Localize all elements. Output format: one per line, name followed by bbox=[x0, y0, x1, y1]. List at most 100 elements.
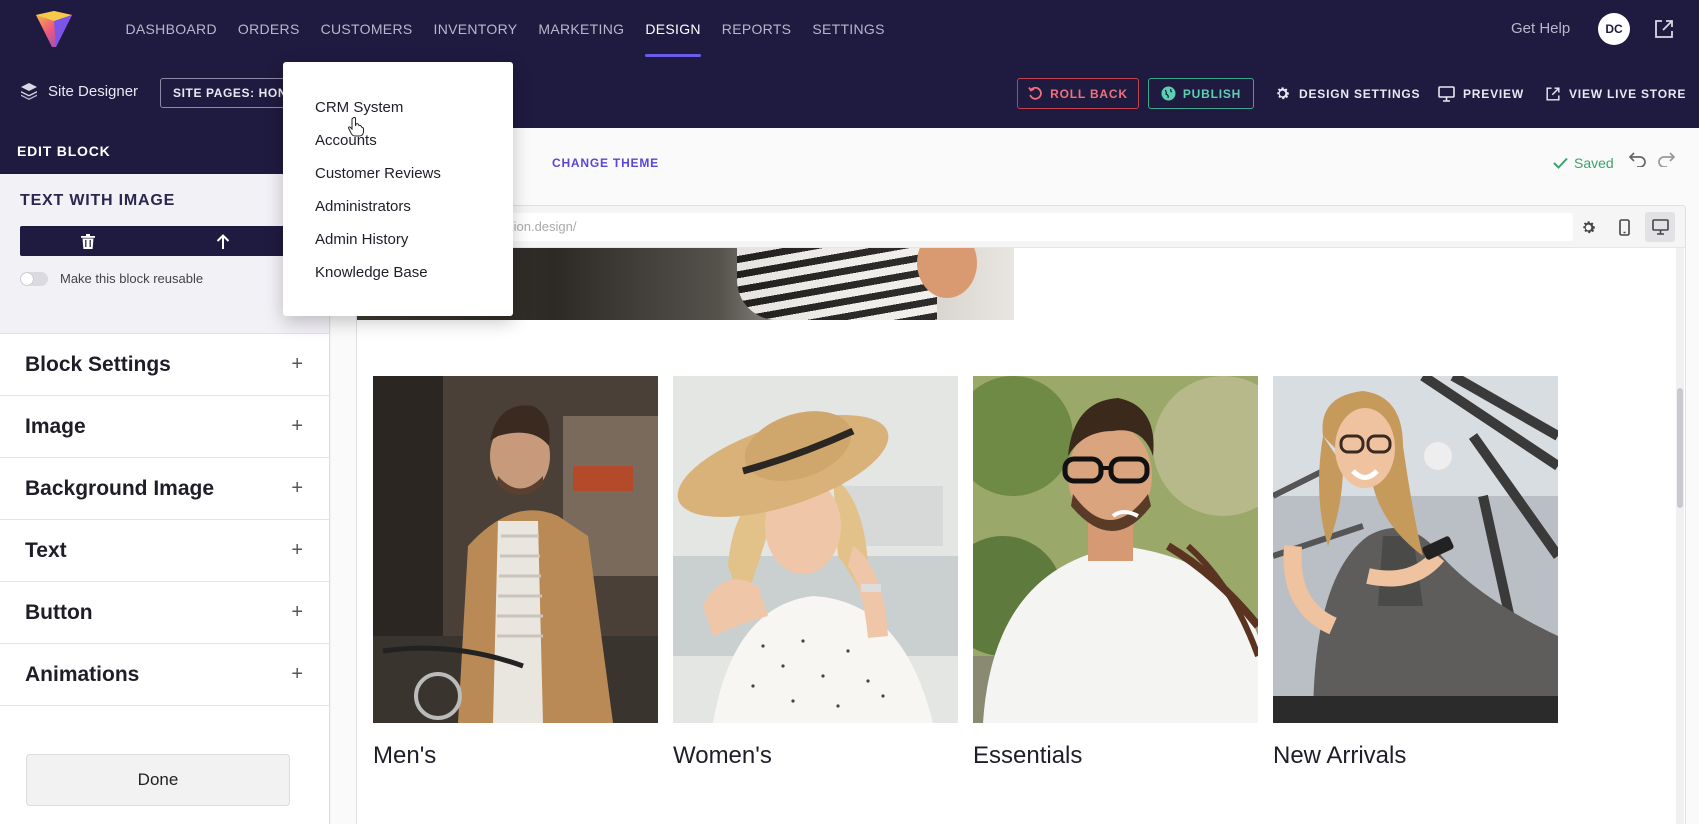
gear-icon bbox=[1277, 87, 1290, 100]
roll-back-label: ROLL BACK bbox=[1050, 86, 1128, 101]
block-toolbar bbox=[20, 226, 290, 256]
site-preview-frame: lusion.design/ Men's Women's Essentials … bbox=[356, 205, 1686, 824]
category-tile-mens[interactable] bbox=[373, 376, 658, 723]
section-animations[interactable]: Animations + bbox=[0, 644, 329, 706]
design-settings-label: DESIGN SETTINGS bbox=[1299, 86, 1421, 101]
roll-back-button[interactable]: ROLL BACK bbox=[1017, 78, 1139, 109]
new-arrivals-photo bbox=[1273, 376, 1558, 723]
design-settings-button[interactable]: DESIGN SETTINGS bbox=[1274, 78, 1420, 109]
delete-block-button[interactable] bbox=[20, 226, 155, 256]
nav-customers[interactable]: CUSTOMERS bbox=[310, 0, 423, 58]
mens-photo bbox=[373, 376, 658, 723]
block-title: TEXT WITH IMAGE bbox=[20, 192, 176, 209]
desktop-view-button[interactable] bbox=[1645, 212, 1675, 242]
block-summary: TEXT WITH IMAGE Make this block reusable bbox=[0, 174, 329, 334]
rollback-icon bbox=[1028, 86, 1042, 100]
plus-icon: + bbox=[291, 353, 303, 375]
preview-url-bar: lusion.design/ bbox=[357, 206, 1685, 248]
section-block-settings[interactable]: Block Settings + bbox=[0, 334, 329, 396]
section-label: Text bbox=[25, 538, 67, 562]
womens-photo bbox=[673, 376, 958, 723]
nav-reports[interactable]: REPORTS bbox=[711, 0, 802, 58]
main-menu: DASHBOARD ORDERS CUSTOMERS INVENTORY MAR… bbox=[115, 0, 895, 58]
preview-settings-button[interactable] bbox=[1573, 212, 1603, 242]
gear-icon bbox=[1582, 220, 1595, 233]
menu-item-crm-system[interactable]: CRM System bbox=[283, 91, 513, 124]
move-up-button[interactable] bbox=[155, 226, 290, 256]
site-designer-text: Site Designer bbox=[48, 82, 139, 100]
reusable-toggle-row: Make this block reusable bbox=[20, 271, 309, 286]
globe-icon bbox=[1161, 86, 1176, 101]
publish-label: PUBLISH bbox=[1182, 86, 1242, 101]
plus-icon: + bbox=[291, 663, 303, 685]
monitor-icon bbox=[1438, 85, 1455, 102]
tile-caption-womens[interactable]: Women's bbox=[673, 742, 772, 770]
customers-dropdown-menu: CRM System Accounts Customer Reviews Adm… bbox=[283, 62, 513, 316]
check-icon bbox=[1553, 157, 1568, 169]
section-label: Image bbox=[25, 414, 86, 438]
hand-cursor-icon bbox=[348, 117, 364, 137]
preview-button[interactable]: PREVIEW bbox=[1438, 78, 1524, 109]
trash-icon bbox=[80, 233, 95, 249]
section-image[interactable]: Image + bbox=[0, 396, 329, 458]
section-label: Button bbox=[25, 600, 93, 624]
view-live-store-label: VIEW LIVE STORE bbox=[1569, 86, 1687, 101]
mobile-icon bbox=[1618, 218, 1630, 236]
view-live-store-button[interactable]: VIEW LIVE STORE bbox=[1545, 78, 1686, 109]
monitor-icon bbox=[1651, 219, 1669, 235]
site-designer-label: Site Designer bbox=[20, 82, 138, 100]
nav-settings[interactable]: SETTINGS bbox=[802, 0, 895, 58]
essentials-photo bbox=[973, 376, 1258, 723]
device-controls bbox=[1573, 212, 1675, 242]
scrollbar-thumb[interactable] bbox=[1677, 388, 1683, 508]
site-pages-dropdown[interactable]: SITE PAGES: HON bbox=[160, 78, 290, 108]
history-controls bbox=[1629, 152, 1675, 167]
external-link-icon bbox=[1546, 86, 1560, 101]
done-button[interactable]: Done bbox=[26, 754, 290, 806]
menu-item-accounts[interactable]: Accounts bbox=[283, 124, 513, 157]
section-label: Animations bbox=[25, 662, 140, 686]
section-background-image[interactable]: Background Image + bbox=[0, 458, 329, 520]
section-label: Background Image bbox=[25, 476, 215, 500]
edit-block-sidebar: EDIT BLOCK TEXT WITH IMAGE Make this blo… bbox=[0, 128, 330, 824]
category-tile-new-arrivals[interactable] bbox=[1273, 376, 1558, 723]
plus-icon: + bbox=[291, 601, 303, 623]
mobile-view-button[interactable] bbox=[1609, 212, 1639, 242]
main-canvas: nt CHANGE THEME Saved lusion.design/ bbox=[331, 128, 1699, 824]
section-text[interactable]: Text + bbox=[0, 520, 329, 582]
nav-dashboard[interactable]: DASHBOARD bbox=[115, 0, 227, 58]
edit-block-header: EDIT BLOCK bbox=[0, 128, 329, 174]
preview-scrollbar[interactable] bbox=[1676, 248, 1684, 824]
category-tile-essentials[interactable] bbox=[973, 376, 1258, 723]
publish-button[interactable]: PUBLISH bbox=[1148, 78, 1254, 109]
preview-label: PREVIEW bbox=[1463, 86, 1524, 101]
reusable-toggle[interactable] bbox=[20, 271, 48, 286]
avatar[interactable]: DC bbox=[1598, 13, 1630, 45]
section-button[interactable]: Button + bbox=[0, 582, 329, 644]
designer-toolbar: Site Designer SITE PAGES: HON ROLL BACK … bbox=[0, 58, 1699, 128]
layers-icon bbox=[21, 83, 37, 100]
plus-icon: + bbox=[291, 477, 303, 499]
undo-icon[interactable] bbox=[1629, 152, 1646, 167]
redo-icon[interactable] bbox=[1658, 152, 1675, 167]
menu-item-admin-history[interactable]: Admin History bbox=[283, 223, 513, 256]
url-field: lusion.design/ bbox=[365, 213, 1573, 241]
nav-orders[interactable]: ORDERS bbox=[227, 0, 310, 58]
plus-icon: + bbox=[291, 415, 303, 437]
menu-item-administrators[interactable]: Administrators bbox=[283, 190, 513, 223]
get-help-link[interactable]: Get Help bbox=[1511, 20, 1570, 37]
tile-caption-mens[interactable]: Men's bbox=[373, 742, 436, 770]
nav-inventory[interactable]: INVENTORY bbox=[423, 0, 528, 58]
tile-caption-essentials[interactable]: Essentials bbox=[973, 742, 1082, 770]
tile-caption-new-arrivals[interactable]: New Arrivals bbox=[1273, 742, 1406, 770]
top-navigation: DASHBOARD ORDERS CUSTOMERS INVENTORY MAR… bbox=[0, 0, 1699, 58]
category-tile-womens[interactable] bbox=[673, 376, 958, 723]
menu-item-customer-reviews[interactable]: Customer Reviews bbox=[283, 157, 513, 190]
menu-item-knowledge-base[interactable]: Knowledge Base bbox=[283, 256, 513, 289]
nav-design[interactable]: DESIGN bbox=[635, 0, 711, 58]
change-theme-link[interactable]: CHANGE THEME bbox=[552, 156, 659, 170]
nav-marketing[interactable]: MARKETING bbox=[528, 0, 635, 58]
saved-label: Saved bbox=[1574, 155, 1614, 171]
external-link-icon[interactable] bbox=[1653, 18, 1675, 40]
logo-icon[interactable] bbox=[33, 9, 75, 49]
